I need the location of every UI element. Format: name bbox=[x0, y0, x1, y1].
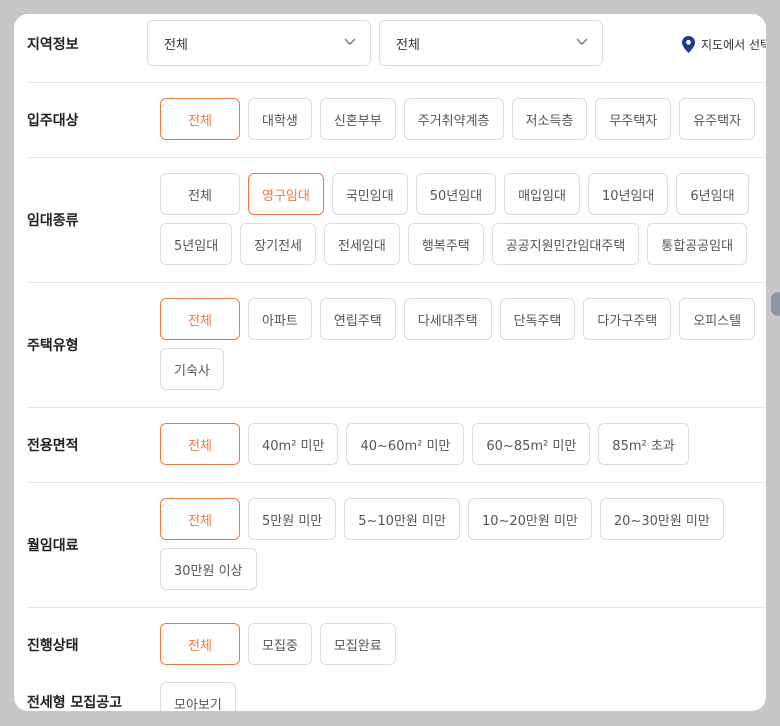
rent-type-options-line: 5년임대 장기전세 전세임대 행복주택 공공지원민간임대주택 통합공공임대 bbox=[160, 223, 766, 265]
chevron-down-icon bbox=[344, 38, 356, 45]
rent-type-row: 임대종류 전체 영구임대 국민임대 50년임대 매입임대 10년임대 6년임대 5년임대 장기전세… bbox=[27, 157, 766, 283]
target-row: 입주대상 전체 대학생 신혼부부 주거취약계층 저소득층 무주택자 유주택자 bbox=[27, 82, 766, 158]
chevron-down-icon bbox=[576, 38, 588, 45]
area-row: 전용면적 전체 40m² 미만 40~60m² 미만 60~85m² 미만 85m² 초과 bbox=[27, 407, 766, 483]
rent-type-option-chip[interactable]: 행복주택 bbox=[407, 223, 484, 265]
house-type-options: 전체 아파트 연립주택 다세대주택 단독주택 다가구주택 오피스텔기숙사 bbox=[160, 298, 766, 398]
area-options-line: 전체 40m² 미만 40~60m² 미만 60~85m² 미만 85m² 초과 bbox=[160, 423, 766, 465]
monthly-rent-option-chip[interactable]: 30만원 이상 bbox=[160, 548, 257, 590]
target-label: 입주대상 bbox=[27, 113, 79, 129]
monthly-rent-options-line: 전체 5만원 미만 5~10만원 미만 10~20만원 미만 20~30만원 미만 bbox=[160, 498, 766, 540]
area-option-chip[interactable]: 전체 bbox=[160, 423, 240, 465]
rent-type-option-chip[interactable]: 50년임대 bbox=[415, 173, 497, 215]
target-option-chip[interactable]: 전체 bbox=[160, 98, 240, 140]
target-option-chip[interactable]: 대학생 bbox=[248, 98, 312, 140]
rent-type-options: 전체 영구임대 국민임대 50년임대 매입임대 10년임대 6년임대 5년임대 장기전세 전세임대… bbox=[160, 173, 766, 273]
monthly-rent-option-chip[interactable]: 5~10만원 미만 bbox=[344, 498, 460, 540]
monthly-rent-option-chip[interactable]: 10~20만원 미만 bbox=[467, 498, 592, 540]
area-option-chip[interactable]: 40~60m² 미만 bbox=[346, 423, 465, 465]
region-label: 지역정보 bbox=[27, 37, 79, 53]
house-type-label: 주택유형 bbox=[27, 338, 79, 354]
house-type-row: 주택유형 전체 아파트 연립주택 다세대주택 단독주택 다가구주택 오피스텔기숙사 bbox=[27, 282, 766, 408]
status-row: 진행상태 전체 모집중 모집완료 bbox=[27, 607, 766, 665]
rent-type-option-chip[interactable]: 10년임대 bbox=[587, 173, 669, 215]
region-select-sigungu-value: 전체 bbox=[396, 37, 420, 53]
target-option-chip[interactable]: 주거취약계층 bbox=[403, 98, 504, 140]
monthly-rent-option-chip[interactable]: 20~30만원 미만 bbox=[599, 498, 724, 540]
jeonse-label: 전세형 모집공고 bbox=[27, 695, 123, 711]
region-select-sido-value: 전체 bbox=[164, 37, 188, 53]
area-label: 전용면적 bbox=[27, 438, 79, 454]
area-option-chip[interactable]: 60~85m² 미만 bbox=[472, 423, 591, 465]
house-type-option-chip[interactable]: 연립주택 bbox=[319, 298, 396, 340]
map-select-link[interactable]: 지도에서 선택하 bbox=[682, 36, 766, 53]
house-type-option-chip[interactable]: 아파트 bbox=[248, 298, 312, 340]
house-type-options-line: 전체 아파트 연립주택 다세대주택 단독주택 다가구주택 오피스텔 bbox=[160, 298, 766, 340]
monthly-rent-options: 전체 5만원 미만 5~10만원 미만 10~20만원 미만 20~30만원 미만 30만… bbox=[160, 498, 766, 598]
region-row: 지역정보 전체 전체 지도에서 선택하 bbox=[27, 14, 766, 83]
rent-type-option-chip[interactable]: 전세임대 bbox=[324, 223, 400, 265]
house-type-option-chip[interactable]: 기숙사 bbox=[160, 348, 224, 390]
area-option-chip[interactable]: 85m² 초과 bbox=[598, 423, 689, 465]
rent-type-option-chip[interactable]: 장기전세 bbox=[240, 223, 316, 265]
rent-type-option-chip[interactable]: 전체 bbox=[160, 173, 240, 215]
region-select-sido[interactable]: 전체 bbox=[147, 20, 371, 66]
jeonse-options: 모아보기 bbox=[160, 682, 766, 711]
rent-type-option-chip[interactable]: 통합공공임대 bbox=[647, 223, 748, 265]
rent-type-option-chip[interactable]: 5년임대 bbox=[160, 223, 233, 265]
map-select-label: 지도에서 선택하 bbox=[701, 38, 766, 52]
scroll-thumb[interactable] bbox=[771, 292, 780, 316]
jeonse-options-line: 모아보기 bbox=[160, 682, 766, 711]
house-type-options-line: 기숙사 bbox=[160, 348, 766, 390]
target-option-chip[interactable]: 무주택자 bbox=[595, 98, 672, 140]
target-option-chip[interactable]: 저소득층 bbox=[511, 98, 588, 140]
target-options-line: 전체 대학생 신혼부부 주거취약계층 저소득층 무주택자 유주택자 bbox=[160, 98, 766, 140]
target-options: 전체 대학생 신혼부부 주거취약계층 저소득층 무주택자 유주택자 bbox=[160, 98, 766, 148]
house-type-option-chip[interactable]: 단독주택 bbox=[499, 298, 576, 340]
rent-type-options-line: 전체 영구임대 국민임대 50년임대 매입임대 10년임대 6년임대 bbox=[160, 173, 766, 215]
region-select-sigungu[interactable]: 전체 bbox=[379, 20, 603, 66]
target-option-chip[interactable]: 유주택자 bbox=[679, 98, 756, 140]
rent-type-option-chip[interactable]: 매입임대 bbox=[504, 173, 580, 215]
area-options: 전체 40m² 미만 40~60m² 미만 60~85m² 미만 85m² 초과 bbox=[160, 423, 766, 473]
monthly-rent-option-chip[interactable]: 5만원 미만 bbox=[248, 498, 337, 540]
status-label: 진행상태 bbox=[27, 638, 79, 654]
filter-panel: 지역정보 전체 전체 지도에서 선택하 입주대상전체대학생신혼부부주거취약계층저… bbox=[14, 14, 766, 711]
rent-type-option-chip[interactable]: 영구임대 bbox=[248, 173, 324, 215]
monthly-rent-options-line: 30만원 이상 bbox=[160, 548, 766, 590]
house-type-option-chip[interactable]: 전체 bbox=[160, 298, 240, 340]
jeonse-row: 전세형 모집공고 모아보기 bbox=[27, 657, 766, 711]
monthly-rent-option-chip[interactable]: 전체 bbox=[160, 498, 240, 540]
rent-type-option-chip[interactable]: 국민임대 bbox=[331, 173, 408, 215]
house-type-option-chip[interactable]: 오피스텔 bbox=[679, 298, 756, 340]
map-pin-icon bbox=[682, 36, 695, 53]
rent-type-option-chip[interactable]: 공공지원민간임대주택 bbox=[491, 223, 640, 265]
rent-type-label: 임대종류 bbox=[27, 213, 79, 229]
house-type-option-chip[interactable]: 다세대주택 bbox=[403, 298, 492, 340]
rent-type-option-chip[interactable]: 6년임대 bbox=[676, 173, 749, 215]
page-scrollbar-track[interactable] bbox=[766, 14, 780, 711]
target-option-chip[interactable]: 신혼부부 bbox=[319, 98, 396, 140]
house-type-option-chip[interactable]: 다가구주택 bbox=[583, 298, 672, 340]
area-option-chip[interactable]: 40m² 미만 bbox=[248, 423, 339, 465]
monthly-rent-label: 월임대료 bbox=[27, 538, 79, 554]
jeonse-option-chip[interactable]: 모아보기 bbox=[160, 682, 236, 711]
monthly-rent-row: 월임대료 전체 5만원 미만 5~10만원 미만 10~20만원 미만 20~30만원 미… bbox=[27, 482, 766, 608]
